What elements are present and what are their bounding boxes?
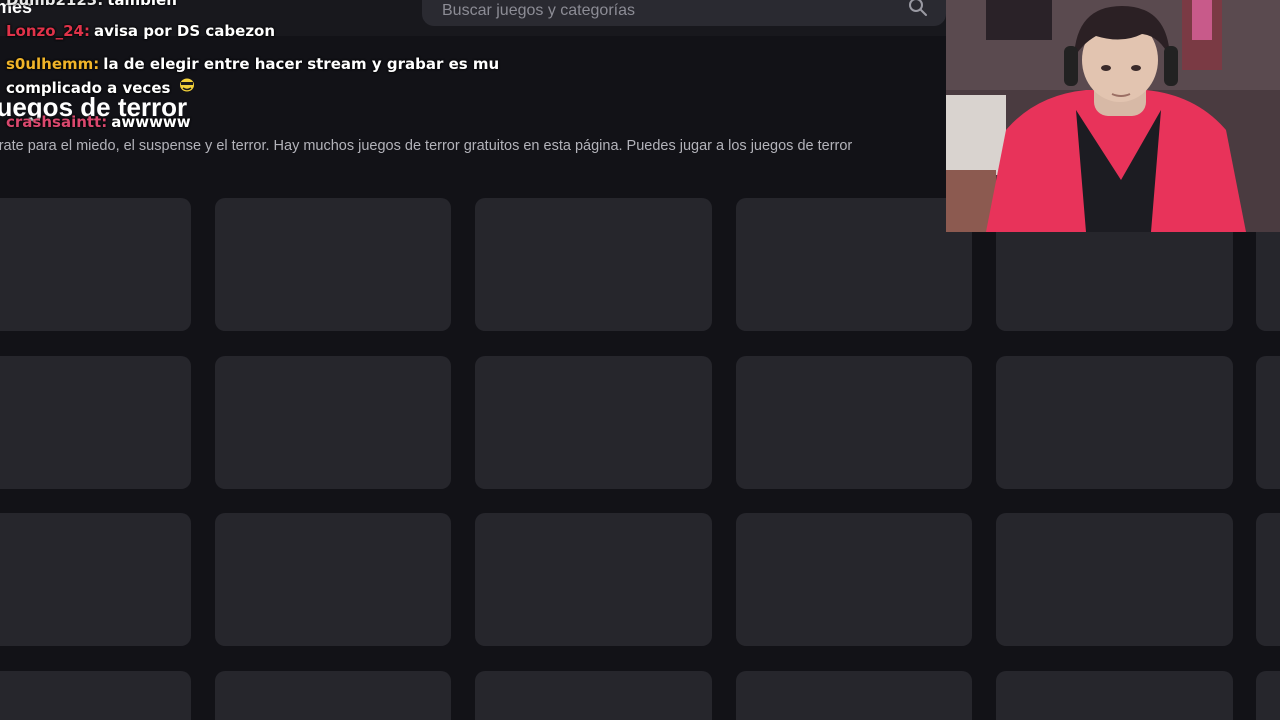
game-tile[interactable] bbox=[475, 198, 712, 331]
game-tile[interactable] bbox=[475, 513, 712, 646]
chat-message-continued: complicado a veces bbox=[6, 77, 196, 99]
game-tile[interactable] bbox=[1256, 671, 1280, 720]
game-tile[interactable] bbox=[996, 356, 1233, 489]
chat-username: crashsaintt: bbox=[6, 113, 108, 131]
chat-username: Lonzo_24: bbox=[6, 22, 90, 40]
page: mes Juegos de terror Prepárate para el m… bbox=[0, 0, 1280, 720]
chat-username: Dumb2123: bbox=[6, 0, 104, 9]
game-tile[interactable] bbox=[215, 671, 451, 720]
chat-text: también bbox=[107, 0, 177, 9]
webcam-image bbox=[946, 0, 1280, 232]
chat-text: complicado a veces bbox=[6, 79, 171, 97]
webcam-overlay bbox=[946, 0, 1280, 232]
chat-text: awwwww bbox=[111, 113, 191, 131]
game-tile[interactable] bbox=[1256, 513, 1280, 646]
chat-message: s0ulhemm: la de elegir entre hacer stream… bbox=[6, 53, 499, 75]
category-description: Prepárate para el miedo, el suspense y e… bbox=[0, 137, 946, 155]
game-tile[interactable] bbox=[0, 671, 191, 720]
chat-message: Lonzo_24: avisa por DS cabezon bbox=[6, 20, 275, 42]
game-tile[interactable] bbox=[215, 198, 451, 331]
game-tile[interactable] bbox=[475, 356, 712, 489]
game-tile[interactable] bbox=[0, 356, 191, 489]
game-tile[interactable] bbox=[736, 513, 972, 646]
game-tile[interactable] bbox=[475, 671, 712, 720]
search-bar[interactable] bbox=[422, 0, 946, 26]
chat-message: Dumb2123: también bbox=[6, 0, 177, 11]
game-tile[interactable] bbox=[736, 671, 972, 720]
chat-message: crashsaintt: awwwww bbox=[6, 111, 191, 133]
chat-text: avisa por DS cabezon bbox=[93, 22, 276, 40]
chat-username: s0ulhemm: bbox=[6, 55, 100, 73]
game-tile[interactable] bbox=[996, 513, 1233, 646]
game-tile[interactable] bbox=[736, 198, 972, 331]
game-tile[interactable] bbox=[0, 513, 191, 646]
game-tile[interactable] bbox=[0, 198, 191, 331]
game-tile[interactable] bbox=[215, 513, 451, 646]
game-tile[interactable] bbox=[736, 356, 972, 489]
chat-text: la de elegir entre hacer stream y grabar… bbox=[103, 55, 500, 73]
category-description-text: Prepárate para el miedo, el suspense y e… bbox=[0, 138, 853, 154]
search-icon[interactable] bbox=[908, 0, 928, 17]
emote-face-icon bbox=[178, 77, 196, 99]
game-tile[interactable] bbox=[215, 356, 451, 489]
game-tile[interactable] bbox=[996, 671, 1233, 720]
game-tile[interactable] bbox=[1256, 356, 1280, 489]
search-input[interactable] bbox=[440, 0, 884, 24]
